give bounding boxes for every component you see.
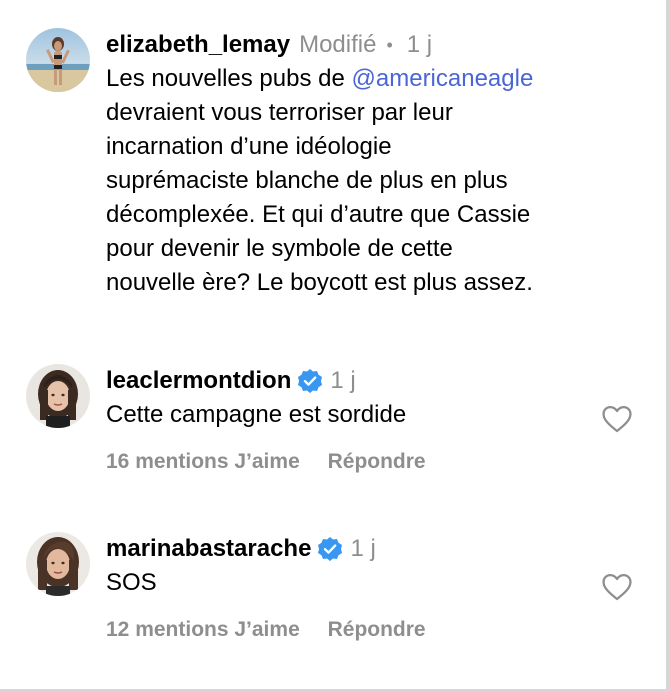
timestamp[interactable]: 1 j — [350, 532, 375, 566]
reply-button[interactable]: Répondre — [328, 616, 426, 644]
avatar[interactable] — [26, 532, 90, 596]
likes-count[interactable]: 12 mentions J’aime — [106, 616, 300, 644]
beach-photo-avatar-image — [26, 28, 90, 92]
username[interactable]: marinabastarache — [106, 532, 311, 566]
comment-actions: 12 mentions J’aime Répondre — [106, 616, 636, 644]
heart-outline-icon[interactable] — [600, 570, 634, 604]
avatar[interactable] — [26, 364, 90, 428]
verified-badge-icon — [298, 369, 323, 393]
timestamp[interactable]: 1 j — [330, 364, 355, 398]
comment-text-line: nouvelle ère? Le boycott est plus assez. — [106, 269, 533, 296]
comment-header: marinabastarache 1 j — [106, 532, 636, 566]
verified-badge-icon — [318, 537, 343, 561]
reply-button[interactable]: Répondre — [328, 448, 426, 476]
timestamp[interactable]: 1 j — [407, 28, 432, 62]
comment-text: SOS — [106, 569, 157, 596]
comment-header: elizabeth_lemay Modifié • 1 j — [106, 28, 636, 62]
avatar[interactable] — [26, 28, 90, 92]
comment-text-line: suprémaciste blanche de plus en plus — [106, 167, 508, 194]
username[interactable]: leaclermontdion — [106, 364, 291, 398]
edited-label: Modifié — [299, 31, 377, 58]
portrait-avatar-image — [26, 364, 90, 428]
username[interactable]: elizabeth_lemay — [106, 28, 290, 62]
portrait-avatar-image — [26, 532, 90, 596]
comment-text-line: pour devenir le symbole de cette — [106, 235, 453, 262]
heart-outline-icon[interactable] — [600, 402, 634, 436]
comment-text: Cette campagne est sordide — [106, 401, 407, 428]
comment-text: Les nouvelles pubs de @americaneagle dev… — [106, 62, 636, 300]
mention-link[interactable]: @americaneagle — [352, 65, 534, 92]
comment-actions: 16 mentions J’aime Répondre — [106, 448, 636, 476]
comment-text-line: devraient vous terroriser par leur — [106, 99, 453, 126]
comment-text-line: décomplexée. Et qui d’autre que Cassie — [106, 201, 531, 228]
separator-dot: • — [386, 35, 393, 55]
comment-text-line: incarnation d’une idéologie — [106, 133, 392, 160]
likes-count[interactable]: 16 mentions J’aime — [106, 448, 300, 476]
window-edge-right — [666, 0, 670, 692]
comment-header: leaclermontdion 1 j — [106, 364, 636, 398]
comment-text-prefix: Les nouvelles pubs de — [106, 65, 352, 92]
